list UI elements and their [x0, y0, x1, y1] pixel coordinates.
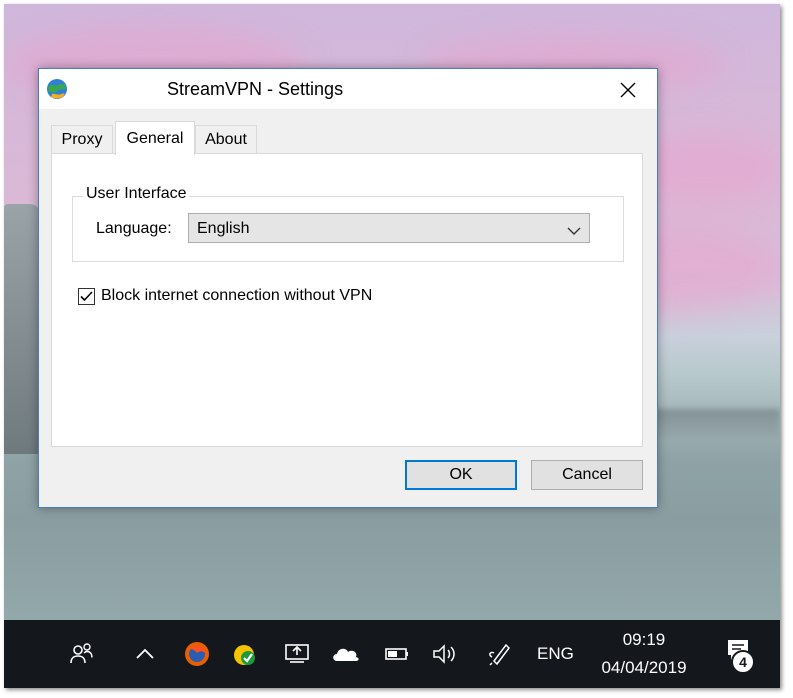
volume-icon[interactable]: [428, 620, 462, 688]
app-globe-icon: [45, 77, 69, 106]
notification-count-badge: 4: [731, 650, 755, 674]
settings-dialog: StreamVPN - Settings Proxy General About…: [38, 68, 658, 508]
input-language-indicator[interactable]: ENG: [537, 620, 574, 688]
title-bar[interactable]: StreamVPN - Settings: [39, 69, 657, 109]
general-tab-panel: User Interface Language: English Block i…: [51, 153, 643, 447]
tab-about[interactable]: About: [195, 125, 257, 154]
window-title: StreamVPN - Settings: [167, 79, 344, 99]
treeline: [644, 409, 780, 439]
group-label: User Interface: [83, 185, 190, 203]
chevron-up-icon[interactable]: [130, 620, 160, 688]
tab-proxy[interactable]: Proxy: [51, 125, 113, 154]
clock[interactable]: 09:19 04/04/2019: [594, 620, 694, 688]
block-connection-option: Block internet connection without VPN: [78, 285, 372, 307]
language-select[interactable]: English: [188, 213, 590, 243]
people-icon[interactable]: [64, 620, 100, 688]
block-connection-checkbox[interactable]: [78, 287, 95, 305]
language-label: Language:: [96, 220, 172, 237]
close-icon: [620, 82, 636, 98]
cancel-button[interactable]: Cancel: [531, 460, 643, 490]
ok-button[interactable]: OK: [405, 460, 517, 490]
tab-general[interactable]: General: [115, 121, 195, 155]
firefox-icon[interactable]: [180, 620, 214, 688]
stone-monument: [4, 204, 40, 454]
language-select-value: English: [197, 220, 250, 237]
clock-time: 09:19: [622, 630, 666, 649]
display-icon[interactable]: [280, 620, 314, 688]
onedrive-icon[interactable]: [328, 620, 364, 688]
pen-icon[interactable]: [482, 620, 516, 688]
battery-icon[interactable]: [380, 620, 414, 688]
clock-date: 04/04/2019: [601, 658, 687, 677]
norton-icon[interactable]: [228, 620, 262, 688]
chevron-down-icon: [567, 223, 581, 241]
checkmark-icon: [80, 290, 93, 301]
block-connection-label[interactable]: Block internet connection without VPN: [101, 287, 372, 305]
close-button[interactable]: [613, 75, 643, 105]
taskbar: ENG 09:19 04/04/2019: [4, 620, 780, 688]
